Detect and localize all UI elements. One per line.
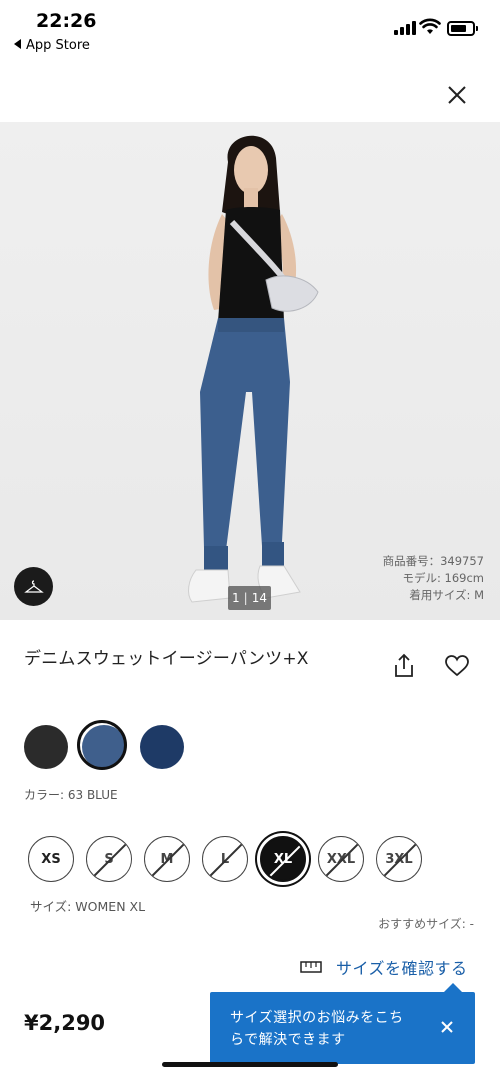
tooltip-line-1: サイズ選択のお悩みをこち: [230, 1010, 404, 1026]
size-option-xxl[interactable]: XXL: [318, 836, 364, 882]
price: ¥2,290: [24, 1011, 106, 1035]
color-swatch-black[interactable]: [24, 725, 68, 769]
size-option-xl[interactable]: XL: [260, 836, 306, 882]
hanger-icon: [23, 579, 44, 593]
image-counter-current: 1: [232, 591, 240, 605]
status-bar: 22:26 App Store: [0, 0, 500, 60]
recommended-size: おすすめサイズ: -: [378, 917, 474, 931]
model-photo: [188, 135, 319, 603]
size-option-l[interactable]: L: [202, 836, 248, 882]
size-check-link[interactable]: サイズを確認する: [300, 956, 468, 978]
close-button[interactable]: [444, 82, 470, 108]
battery-icon: [447, 21, 478, 36]
size-option-s[interactable]: S: [86, 836, 132, 882]
share-button[interactable]: [392, 653, 416, 679]
size-option-3xl[interactable]: 3XL: [376, 836, 422, 882]
size-check-label: サイズを確認する: [336, 959, 468, 978]
size-help-tooltip: サイズ選択のお悩みをこち らで解決できます: [210, 983, 475, 1064]
cellular-signal-icon: [394, 21, 416, 35]
size-option-m[interactable]: M: [144, 836, 190, 882]
tooltip-message: サイズ選択のお悩みをこち らで解決できます: [230, 1007, 430, 1051]
home-indicator: [162, 1062, 338, 1067]
product-number: 商品番号：349757: [382, 554, 484, 568]
favorite-heart-button[interactable]: [444, 654, 470, 678]
back-to-app-store-link[interactable]: App Store: [14, 38, 90, 53]
model-wear-size: 着用サイズ: M: [409, 588, 484, 602]
try-on-hanger-button[interactable]: [14, 567, 53, 606]
back-app-label: App Store: [26, 38, 90, 53]
back-arrow-icon: [14, 39, 21, 49]
product-title: デニムスウェットイージーパンツ+X: [24, 649, 309, 669]
tooltip-close-icon[interactable]: [440, 1020, 454, 1034]
product-meta: 商品番号：349757 モデル: 169cm 着用サイズ: M: [383, 553, 484, 604]
image-counter: 1 | 14: [228, 586, 271, 610]
wifi-icon: [419, 18, 441, 34]
tooltip-line-2: らで解決できます: [230, 1032, 346, 1048]
product-image[interactable]: [0, 122, 500, 620]
size-label: サイズ: WOMEN XL: [30, 899, 146, 914]
ruler-icon: [300, 961, 322, 973]
status-time: 22:26: [36, 10, 97, 32]
model-height: モデル: 169cm: [402, 571, 484, 585]
size-option-xs[interactable]: XS: [28, 836, 74, 882]
color-swatch-63-blue[interactable]: [77, 720, 127, 770]
color-label: カラー: 63 BLUE: [24, 788, 118, 802]
image-counter-total: 14: [251, 591, 267, 605]
color-swatch-navy[interactable]: [140, 725, 184, 769]
